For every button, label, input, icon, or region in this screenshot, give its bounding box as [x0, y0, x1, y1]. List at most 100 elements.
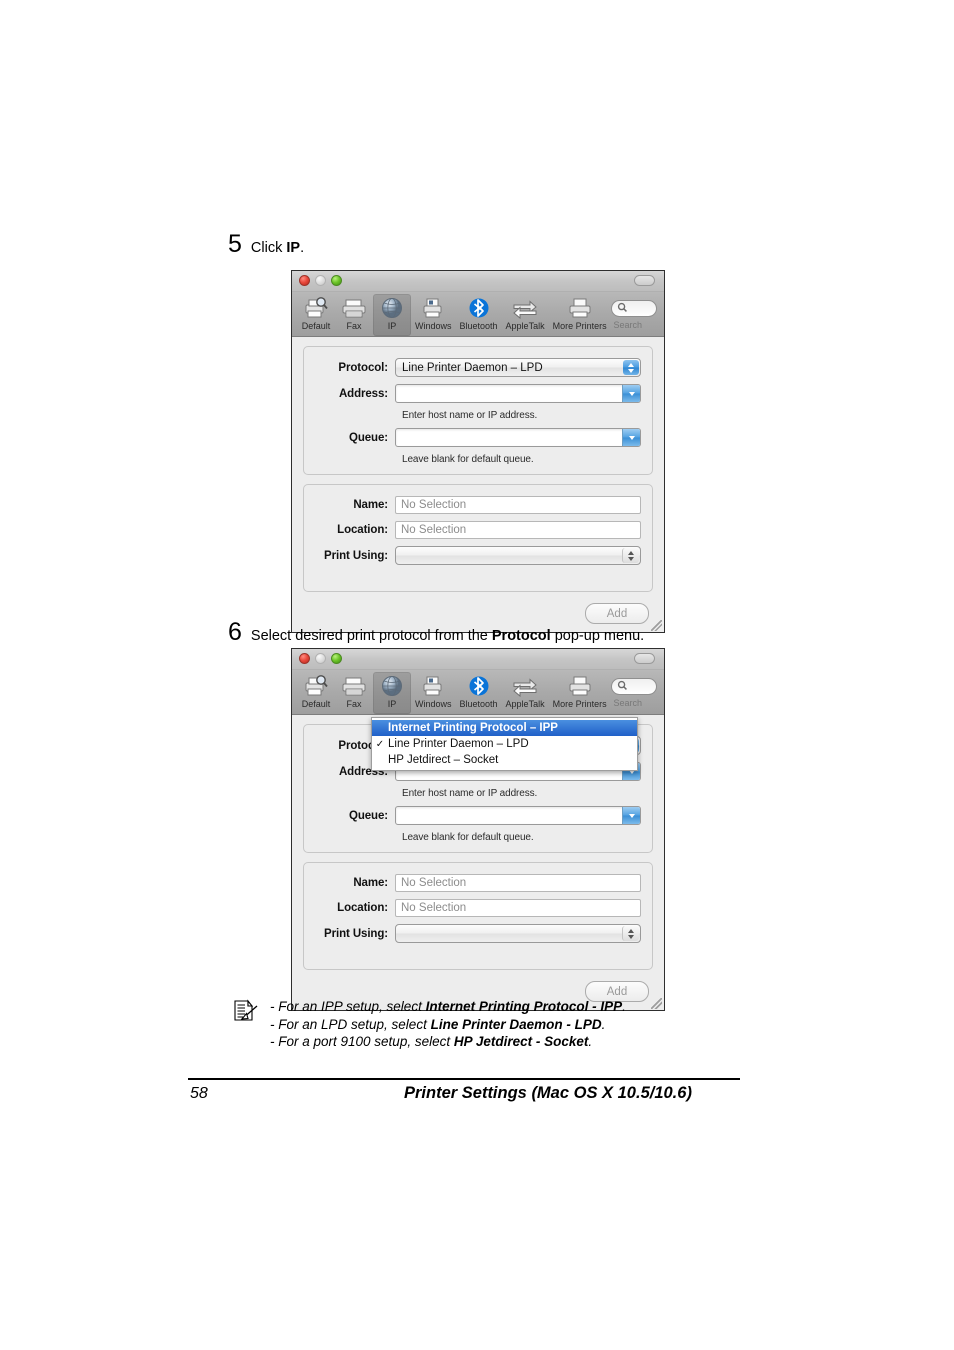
printer-magnifier-icon [301, 673, 331, 698]
menu-item-ipp[interactable]: Internet Printing Protocol – IPP [372, 720, 637, 736]
name-input-1[interactable]: No Selection [395, 496, 641, 514]
toolbar-item-windows-label: Windows [415, 321, 452, 331]
name-label-1: Name: [353, 499, 388, 511]
queue-helper-1: Leave blank for default queue. [402, 454, 534, 465]
note-line-3-bold: HP Jetdirect - Socket [453, 1034, 589, 1049]
toolbar-item-ip-label: IP [387, 321, 397, 331]
resize-handle-1[interactable] [651, 620, 662, 631]
printer-windows-icon [418, 295, 448, 320]
queue-helper-2: Leave blank for default queue. [402, 832, 534, 843]
minimize-button[interactable] [315, 653, 326, 664]
toolbar-item-fax[interactable]: Fax [335, 294, 373, 336]
toolbar-item-fax[interactable]: Fax [335, 672, 373, 714]
window-controls-2 [299, 653, 342, 664]
print-using-dropdown-2[interactable] [395, 924, 641, 943]
printer-windows-icon [418, 673, 448, 698]
close-button[interactable] [299, 275, 310, 286]
toolbar-item-ip[interactable]: IP [373, 294, 411, 336]
note-block: - For an IPP setup, select Internet Prin… [232, 998, 626, 1051]
address-input-1[interactable] [395, 384, 641, 403]
toolbar-toggle-button[interactable] [634, 275, 655, 286]
menu-item-jetdirect[interactable]: HP Jetdirect – Socket [372, 752, 637, 768]
note-line-3: - For a port 9100 setup, select HP Jetdi… [270, 1033, 626, 1051]
location-label-1: Location: [337, 524, 388, 536]
step-5-text-before: Click [250, 240, 287, 256]
printer-browser-window-2[interactable]: Default Fax IP Windows Bluetooth AppleTa… [291, 648, 665, 1011]
note-line-2: - For an LPD setup, select Line Printer … [270, 1016, 626, 1034]
location-input-2[interactable]: No Selection [395, 899, 641, 917]
queue-input-1[interactable] [395, 428, 641, 447]
step-5-number: 5 [228, 230, 242, 258]
note-line-1-suffix: . [622, 999, 626, 1014]
step-6-text-before: Select desired print protocol from the [250, 628, 492, 644]
window-content-1: Protocol: Line Printer Daemon – LPD Addr… [292, 337, 664, 632]
window-titlebar-2[interactable] [292, 649, 664, 670]
protocol-value-1: Line Printer Daemon – LPD [402, 361, 543, 374]
zoom-button[interactable] [331, 275, 342, 286]
printer-icon [565, 295, 595, 320]
search-input[interactable]: Search [610, 300, 657, 330]
toolbar-item-more-printers[interactable]: More Printers [549, 672, 611, 714]
zoom-button[interactable] [331, 653, 342, 664]
queue-input-2[interactable] [395, 806, 641, 825]
address-helper-2: Enter host name or IP address. [402, 788, 538, 799]
name-input-2[interactable]: No Selection [395, 874, 641, 892]
details-group-1: Name: No Selection Location: No Selectio… [303, 484, 653, 592]
fax-machine-icon [339, 673, 369, 698]
queue-label-2: Queue: [348, 809, 388, 822]
toolbar-item-bluetooth[interactable]: Bluetooth [456, 672, 502, 714]
protocol-label-1: Protocol: [338, 361, 388, 374]
menu-item-ipp-label: Internet Printing Protocol – IPP [388, 722, 558, 734]
toolbar-item-windows[interactable]: Windows [411, 672, 456, 714]
name-label-2: Name: [353, 877, 388, 889]
window-controls-1 [299, 275, 342, 286]
toolbar-toggle-button[interactable] [634, 653, 655, 664]
toolbar-item-default[interactable]: Default [297, 294, 335, 336]
step-5-text-bold: IP [286, 240, 301, 256]
note-line-3-prefix: - For a port 9100 setup, select [270, 1034, 454, 1049]
queue-dropdown-button-1[interactable] [622, 429, 640, 446]
bluetooth-icon [464, 295, 494, 320]
globe-icon [377, 673, 407, 698]
search-input[interactable]: Search [610, 678, 657, 708]
note-line-1-bold: Internet Printing Protocol - IPP [425, 999, 623, 1014]
toolbar-item-default-label: Default [301, 699, 331, 709]
name-row-2: Name: No Selection [315, 874, 641, 892]
protocol-popup-menu[interactable]: Internet Printing Protocol – IPP ✓ Line … [371, 717, 638, 771]
step-6-number: 6 [228, 618, 242, 646]
toolbar-item-ip[interactable]: IP [373, 672, 411, 714]
toolbar-item-appletalk[interactable]: AppleTalk [502, 294, 549, 336]
search-icon [617, 678, 628, 696]
toolbar-item-more-printers[interactable]: More Printers [549, 294, 611, 336]
note-line-2-suffix: . [601, 1016, 606, 1032]
location-label-2: Location: [337, 902, 388, 914]
toolbar-item-appletalk[interactable]: AppleTalk [502, 672, 549, 714]
close-button[interactable] [299, 653, 310, 664]
toolbar-item-windows[interactable]: Windows [411, 294, 456, 336]
printer-browser-window-1[interactable]: Default Fax IP Windows Bluetooth AppleTa… [291, 270, 665, 633]
minimize-button[interactable] [315, 275, 326, 286]
search-icon [617, 300, 628, 318]
menu-item-jetdirect-label: HP Jetdirect – Socket [388, 754, 499, 766]
toolbar-item-more-printers-label: More Printers [552, 699, 607, 709]
queue-dropdown-button-2[interactable] [622, 807, 640, 824]
window-titlebar-1[interactable] [292, 271, 664, 292]
toolbar-item-bluetooth[interactable]: Bluetooth [456, 294, 502, 336]
menu-item-lpd[interactable]: ✓ Line Printer Daemon – LPD [372, 736, 637, 752]
search-label: Search [613, 320, 642, 330]
toolbar-item-appletalk-label: AppleTalk [505, 699, 545, 709]
protocol-dropdown-1[interactable]: Line Printer Daemon – LPD [395, 358, 641, 377]
location-row-1: Location: No Selection [315, 521, 641, 539]
location-input-1[interactable]: No Selection [395, 521, 641, 539]
toolbar-item-fax-label: Fax [346, 699, 362, 709]
location-row-2: Location: No Selection [315, 899, 641, 917]
footer-title: Printer Settings (Mac OS X 10.5/10.6) [404, 1084, 692, 1102]
address-helper-1: Enter host name or IP address. [402, 410, 538, 421]
address-dropdown-button-1[interactable] [622, 385, 640, 402]
step-6-text-after: pop-up menu. [550, 628, 645, 644]
toolbar-item-default[interactable]: Default [297, 672, 335, 714]
queue-row-2: Queue: [315, 806, 641, 825]
resize-handle-2[interactable] [651, 998, 662, 1009]
print-using-dropdown-1[interactable] [395, 546, 641, 565]
note-line-3-suffix: . [588, 1034, 593, 1049]
